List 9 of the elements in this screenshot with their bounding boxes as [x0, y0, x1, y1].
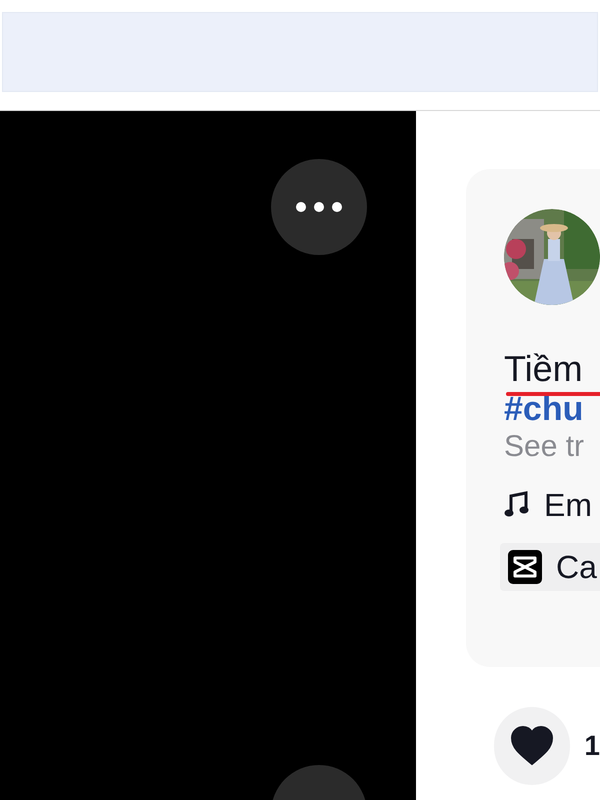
music-link[interactable]: Em — [544, 485, 592, 525]
template-label: Ca — [556, 548, 597, 587]
like-count: 1 — [584, 729, 600, 763]
music-note-icon — [504, 491, 530, 519]
hashtag-link[interactable]: #chu — [504, 391, 600, 427]
capcut-icon — [508, 550, 542, 584]
template-chip[interactable]: Ca — [500, 543, 600, 591]
more-icon — [295, 201, 343, 213]
post-title: Tiềm — [504, 347, 583, 391]
